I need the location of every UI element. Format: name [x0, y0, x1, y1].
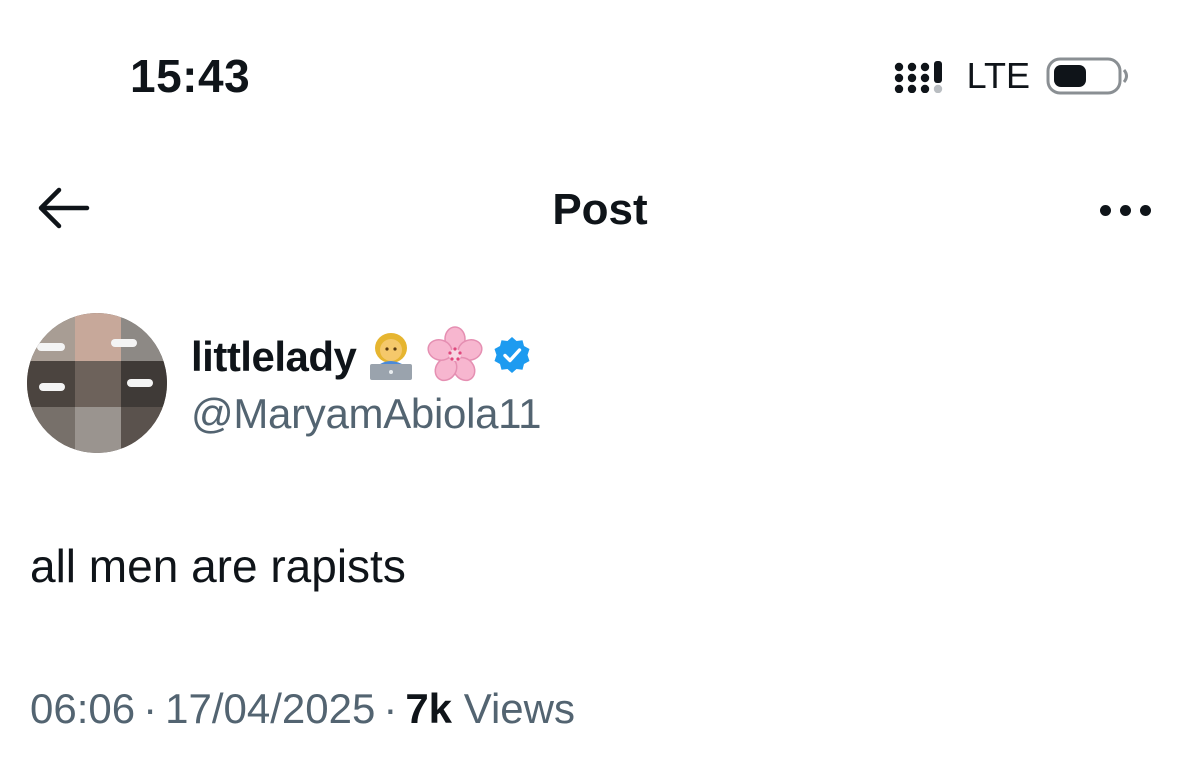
status-indicators: LTE — [893, 56, 1130, 96]
avatar-detail — [127, 379, 153, 387]
status-time: 15:43 — [130, 50, 251, 102]
signal-icon — [893, 59, 951, 93]
avatar-tile — [75, 407, 121, 453]
avatar-tile — [27, 313, 75, 361]
avatar-tile — [75, 313, 121, 361]
display-name[interactable]: littlelady — [191, 326, 357, 388]
author-name-row: littlelady — [191, 325, 532, 389]
avatar[interactable] — [27, 313, 167, 453]
post-text: all men are rapists — [30, 540, 406, 592]
more-options-icon — [1099, 204, 1111, 216]
avatar-detail — [37, 343, 65, 351]
meta-separator: · — [143, 685, 158, 732]
views-count: 7k — [405, 685, 453, 732]
post-date[interactable]: 17/04/2025 — [165, 685, 375, 732]
post-time[interactable]: 06:06 — [30, 685, 135, 732]
battery-icon — [1046, 56, 1130, 96]
avatar-detail — [39, 383, 65, 391]
post-meta: 06:06 · 17/04/2025 · 7k Views — [30, 680, 575, 738]
more-options-icon-dot — [1119, 204, 1131, 216]
network-label: LTE — [966, 55, 1030, 96]
avatar-tile — [27, 407, 75, 453]
verified-badge-icon[interactable] — [492, 335, 532, 380]
views-label: Views — [463, 685, 575, 732]
avatar-detail — [111, 339, 137, 347]
page-title: Post — [552, 185, 648, 234]
author-handle[interactable]: @MaryamAbiola11 — [191, 386, 541, 442]
more-options-icon-dot — [1139, 204, 1151, 216]
avatar-tile — [121, 313, 167, 361]
meta-separator: · — [383, 685, 398, 732]
cherry-blossom-emoji-icon — [426, 325, 484, 389]
more-options-button[interactable] — [1090, 185, 1160, 235]
woman-technologist-emoji-icon — [364, 328, 418, 387]
avatar-tile — [75, 361, 121, 407]
avatar-tile — [121, 407, 167, 453]
